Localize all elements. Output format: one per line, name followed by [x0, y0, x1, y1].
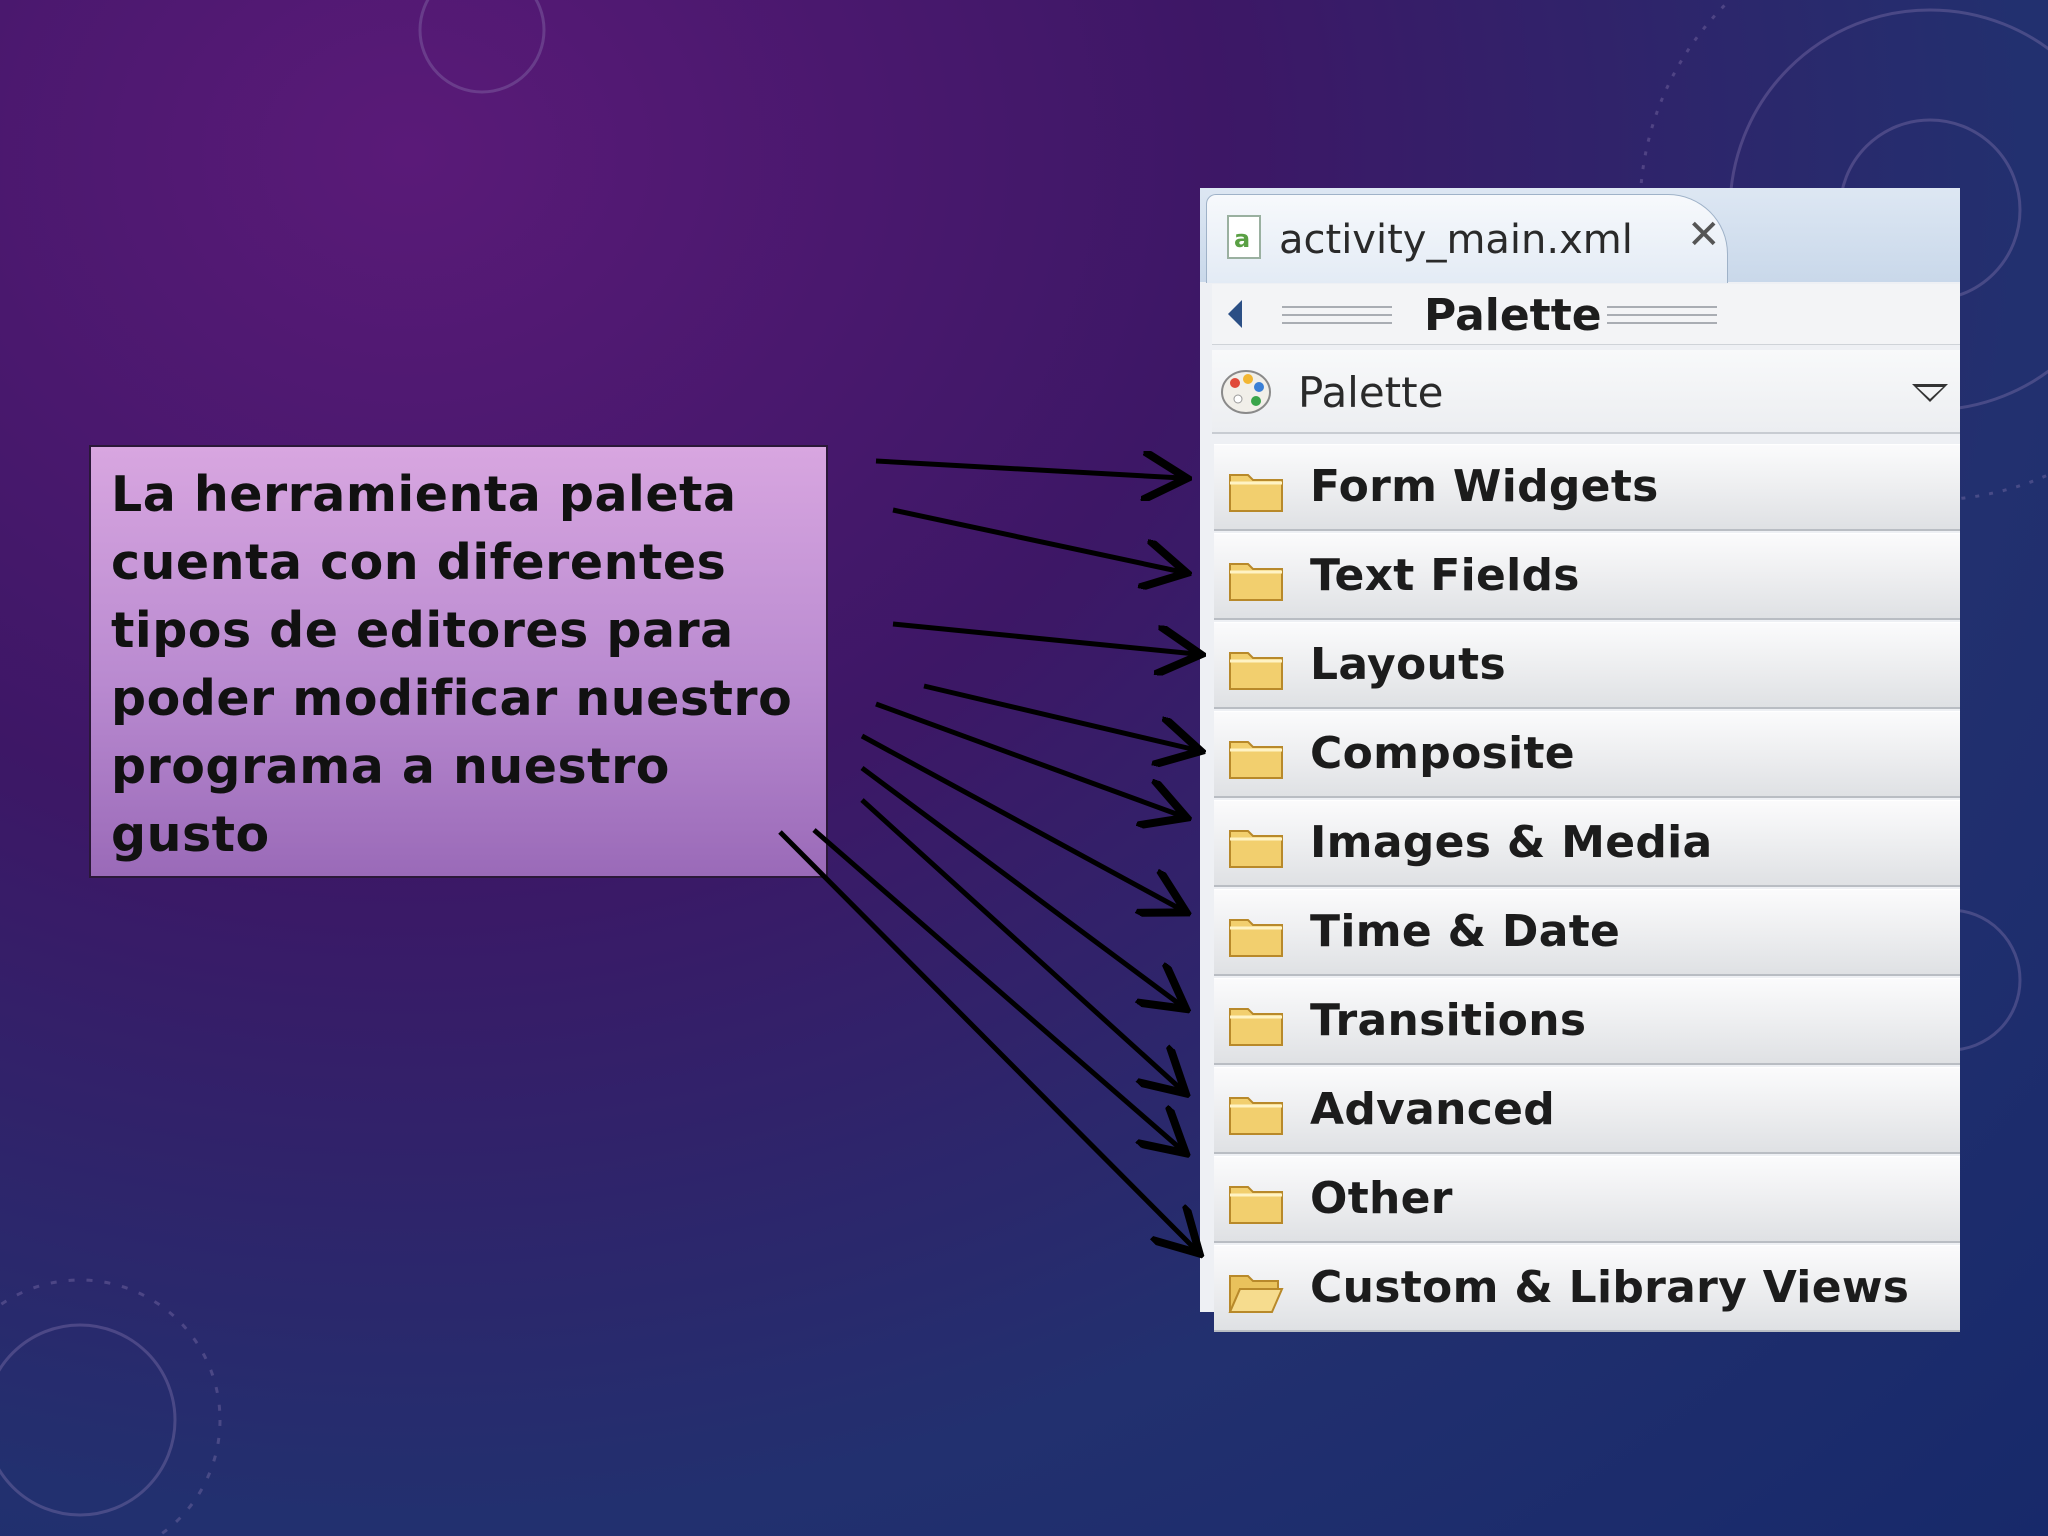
folder-open-icon: [1228, 1275, 1284, 1313]
category-transitions[interactable]: Transitions: [1214, 978, 1960, 1065]
category-label: Form Widgets: [1310, 461, 1659, 512]
category-time-date[interactable]: Time & Date: [1214, 889, 1960, 976]
folder-icon: [1229, 919, 1283, 957]
tab-title: activity_main.xml: [1279, 217, 1633, 263]
palette-header: Palette: [1212, 284, 1960, 345]
folder-icon: [1229, 1097, 1283, 1135]
category-text-fields[interactable]: Text Fields: [1214, 533, 1960, 620]
folder-icon: [1229, 1008, 1283, 1046]
category-label: Text Fields: [1310, 550, 1580, 601]
folder-icon: [1229, 1186, 1283, 1224]
folder-icon: [1229, 563, 1283, 601]
folder-icon: [1229, 741, 1283, 779]
category-label: Layouts: [1310, 639, 1506, 690]
callout-text: La herramienta paleta cuenta con diferen…: [111, 466, 793, 863]
category-label: Composite: [1310, 728, 1575, 779]
callout-box: La herramienta paleta cuenta con diferen…: [89, 445, 828, 878]
category-label: Transitions: [1310, 995, 1587, 1046]
category-custom-library-views[interactable]: Custom & Library Views: [1214, 1245, 1960, 1332]
chevron-down-icon[interactable]: [1912, 384, 1948, 402]
category-list: Form Widgets Text Fields Layouts Composi…: [1214, 444, 1960, 1334]
palette-icon: [1221, 370, 1271, 414]
grip-left-icon: [1282, 306, 1392, 326]
folder-icon: [1229, 474, 1283, 512]
category-label: Time & Date: [1310, 906, 1621, 957]
category-layouts[interactable]: Layouts: [1214, 622, 1960, 709]
folder-icon: [1229, 830, 1283, 868]
category-form-widgets[interactable]: Form Widgets: [1214, 444, 1960, 531]
collapse-arrow-icon[interactable]: [1228, 300, 1242, 328]
xml-file-icon: a: [1227, 215, 1261, 259]
palette-panel: a activity_main.xml ✕ Palette Palette Fo…: [1200, 188, 1960, 1332]
folder-icon: [1229, 652, 1283, 690]
category-images-media[interactable]: Images & Media: [1214, 800, 1960, 887]
grip-right-icon: [1607, 306, 1717, 326]
dropdown-label: Palette: [1298, 368, 1444, 417]
editor-tab[interactable]: a activity_main.xml ✕: [1206, 194, 1728, 283]
close-icon[interactable]: ✕: [1687, 215, 1721, 255]
category-label: Images & Media: [1310, 817, 1713, 868]
editor-tabstrip: a activity_main.xml ✕: [1200, 188, 1960, 283]
category-label: Custom & Library Views: [1310, 1262, 1910, 1313]
category-composite[interactable]: Composite: [1214, 711, 1960, 798]
category-label: Advanced: [1310, 1084, 1556, 1135]
category-label: Other: [1310, 1173, 1453, 1224]
category-advanced[interactable]: Advanced: [1214, 1067, 1960, 1154]
palette-header-title: Palette: [1424, 290, 1602, 341]
palette-dropdown[interactable]: Palette: [1212, 350, 1960, 434]
category-other[interactable]: Other: [1214, 1156, 1960, 1243]
